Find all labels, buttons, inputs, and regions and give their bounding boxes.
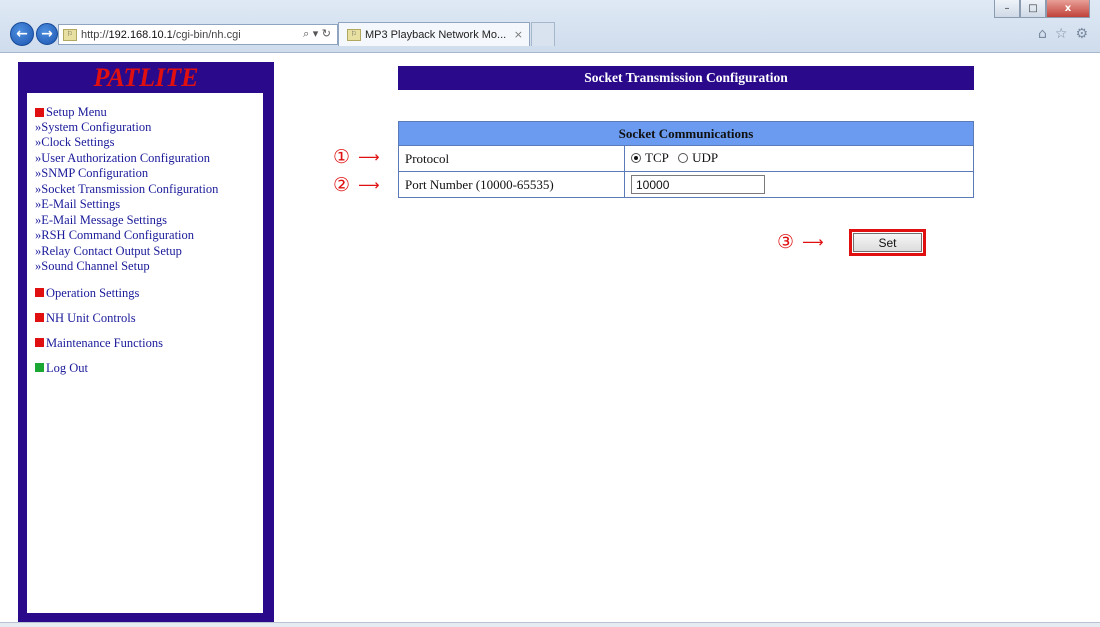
- menu-section-maintenance[interactable]: Maintenance Functions: [35, 336, 261, 350]
- settings-gear-icon[interactable]: ⚙: [1075, 26, 1088, 42]
- menu-item-clock-settings[interactable]: »Clock Settings: [35, 135, 261, 151]
- nh-unit-controls-label: NH Unit Controls: [46, 310, 136, 325]
- protocol-label: Protocol: [398, 145, 625, 172]
- new-tab-button[interactable]: [531, 22, 555, 46]
- url-prefix: http://: [81, 28, 109, 41]
- red-square-icon: [35, 288, 44, 297]
- tab-close-icon[interactable]: ×: [514, 28, 523, 41]
- menu-item-email-message[interactable]: »E-Mail Message Settings: [35, 213, 261, 229]
- annotation-2: ② ⟶: [333, 174, 380, 196]
- green-square-icon: [35, 363, 44, 372]
- table-row: Protocol TCP UDP: [398, 145, 974, 172]
- site-favicon-icon: ⚐: [63, 28, 77, 41]
- table-header: Socket Communications: [398, 121, 974, 146]
- window-bottom-edge: [0, 622, 1100, 627]
- table-row: Port Number (10000-65535): [398, 171, 974, 198]
- tab-mp3-playback[interactable]: ⚐ MP3 Playback Network Mo... ×: [338, 22, 530, 46]
- red-square-icon: [35, 313, 44, 322]
- protocol-tcp-radio[interactable]: TCP: [631, 150, 669, 166]
- address-bar[interactable]: ⚐ http://192.168.10.1/cgi-bin/nh.cgi ⌕ ▾…: [58, 24, 338, 45]
- home-icon[interactable]: ⌂: [1038, 26, 1047, 42]
- menu-item-system-configuration[interactable]: »System Configuration: [35, 120, 261, 136]
- maintenance-label: Maintenance Functions: [46, 335, 163, 350]
- annotation-number: ②: [333, 174, 351, 196]
- forward-button[interactable]: →: [36, 23, 58, 45]
- url-host: 192.168.10.1: [108, 28, 173, 41]
- tab-favicon-icon: ⚐: [347, 28, 361, 41]
- maximize-button[interactable]: □: [1020, 0, 1046, 18]
- port-number-cell: [624, 171, 974, 198]
- back-button[interactable]: ←: [10, 22, 34, 46]
- menu-item-snmp-configuration[interactable]: »SNMP Configuration: [35, 166, 261, 182]
- favorites-star-icon[interactable]: ☆: [1055, 26, 1068, 42]
- red-square-icon: [35, 108, 44, 118]
- red-square-icon: [35, 338, 44, 347]
- protocol-options: TCP UDP: [624, 145, 974, 172]
- tab-title: MP3 Playback Network Mo...: [365, 28, 507, 41]
- annotation-number: ③: [777, 231, 795, 253]
- log-out-link[interactable]: Log Out: [35, 361, 261, 375]
- menu-item-sound-channel[interactable]: »Sound Channel Setup: [35, 259, 261, 275]
- port-number-input[interactable]: [631, 175, 765, 194]
- protocol-udp-radio[interactable]: UDP: [678, 150, 718, 166]
- setup-menu-heading[interactable]: Setup Menu: [35, 105, 261, 120]
- setup-menu-label: Setup Menu: [46, 105, 107, 119]
- menu-item-socket-transmission[interactable]: »Socket Transmission Configuration: [35, 182, 261, 198]
- set-button[interactable]: Set: [853, 233, 922, 252]
- annotation-1: ① ⟶: [333, 146, 380, 168]
- arrow-right-icon: ⟶: [358, 176, 380, 194]
- menu-panel: Setup Menu »System Configuration »Clock …: [26, 92, 264, 614]
- arrow-right-icon: ⟶: [358, 148, 380, 166]
- log-out-label: Log Out: [46, 360, 89, 375]
- menu-item-email-settings[interactable]: »E-Mail Settings: [35, 197, 261, 213]
- annotation-number: ①: [333, 146, 351, 168]
- arrow-left-icon: ←: [16, 26, 28, 42]
- menu-section-operation-settings[interactable]: Operation Settings: [35, 286, 261, 300]
- url-path: /cgi-bin/nh.cgi: [172, 28, 241, 41]
- minimize-button[interactable]: –: [994, 0, 1020, 18]
- udp-label: UDP: [692, 150, 719, 165]
- arrow-right-icon: →: [41, 26, 53, 42]
- window-controls: – □ x: [994, 0, 1090, 18]
- menu-item-user-authorization[interactable]: »User Authorization Configuration: [35, 151, 261, 167]
- search-refresh-icon[interactable]: ⌕ ▾ ↻: [303, 27, 331, 41]
- close-window-button[interactable]: x: [1046, 0, 1090, 18]
- operation-settings-label: Operation Settings: [46, 285, 140, 300]
- tcp-label: TCP: [645, 150, 669, 165]
- menu-section-nh-unit-controls[interactable]: NH Unit Controls: [35, 311, 261, 325]
- arrow-right-icon: ⟶: [802, 233, 824, 251]
- menu-item-rsh-command[interactable]: »RSH Command Configuration: [35, 228, 261, 244]
- sidebar: PATLITE Setup Menu »System Configuration…: [18, 62, 274, 622]
- browser-chrome: – □ x ← → ⚐ http://192.168.10.1/cgi-bin/…: [0, 0, 1100, 53]
- radio-unchecked-icon: [678, 153, 689, 163]
- browser-toolbar-icons: ⌂ ☆ ⚙: [1038, 26, 1088, 42]
- socket-communications-table: Socket Communications Protocol TCP UDP P…: [398, 121, 974, 198]
- port-number-label: Port Number (10000-65535): [398, 171, 625, 198]
- radio-checked-icon: [631, 153, 641, 163]
- menu-item-relay-contact[interactable]: »Relay Contact Output Setup: [35, 244, 261, 260]
- patlite-logo: PATLITE: [93, 63, 199, 92]
- annotation-3: ③ ⟶: [777, 231, 824, 253]
- page-title: Socket Transmission Configuration: [398, 66, 974, 90]
